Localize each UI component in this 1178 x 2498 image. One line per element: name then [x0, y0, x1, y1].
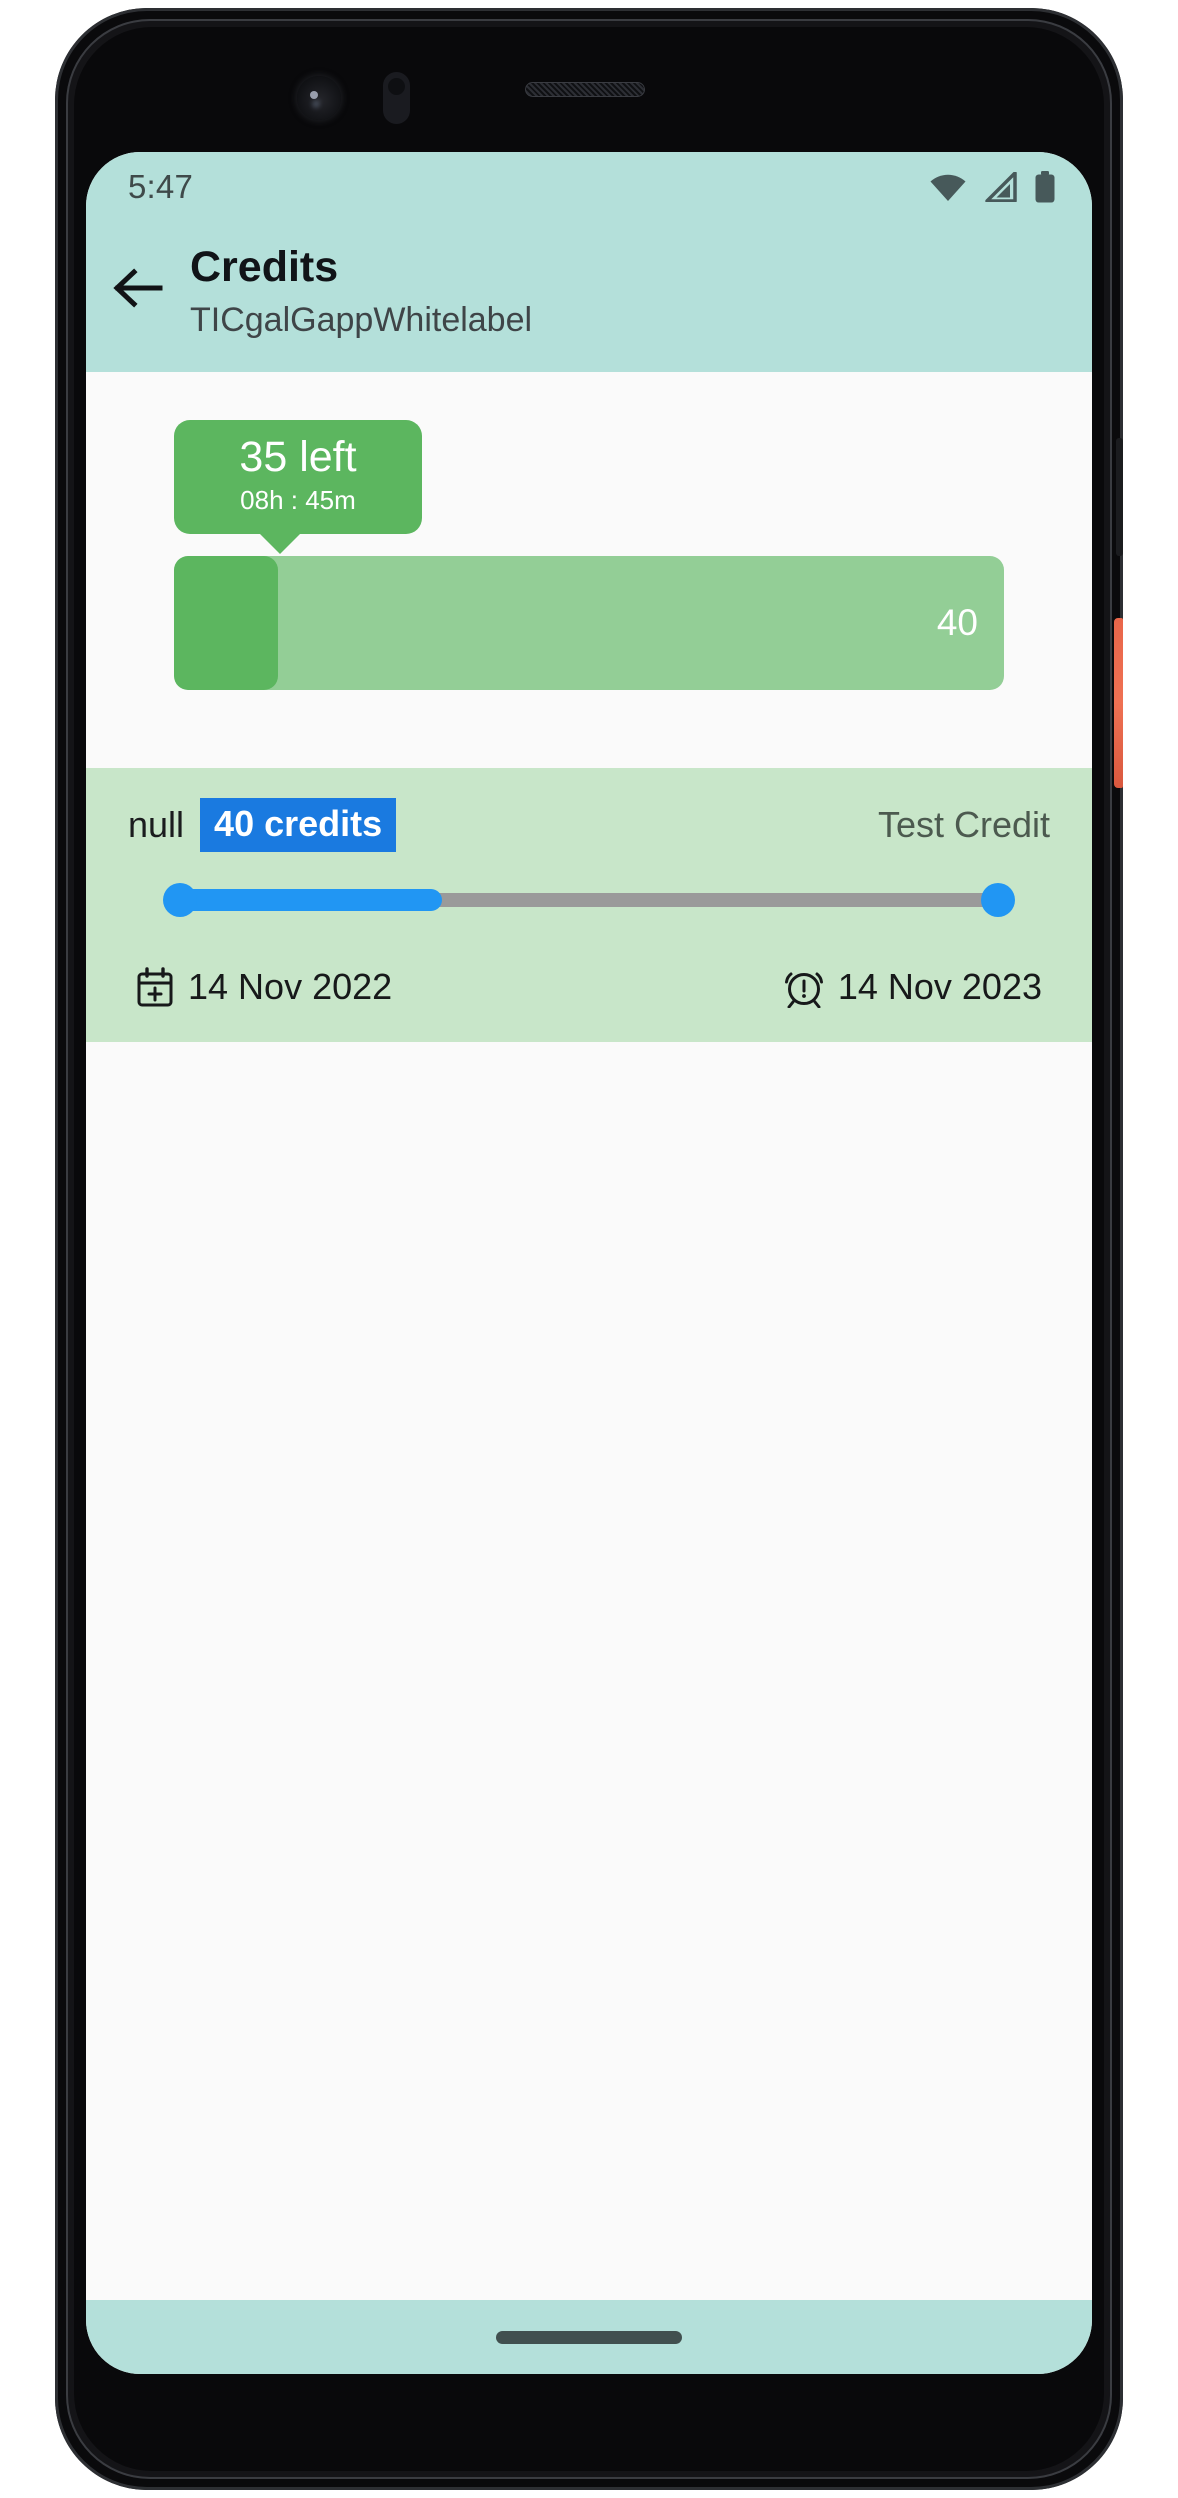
credit-item-header: null 40 credits Test Credit	[128, 798, 1050, 853]
credits-total-label: 40	[936, 602, 978, 644]
credit-amount-chip: 40 credits	[200, 798, 397, 853]
phone-screen: 5:47 Credits TICgalGappWhitelabel 35 lef…	[86, 152, 1092, 2374]
earpiece-speaker-icon	[525, 82, 645, 97]
credit-start-date-label: 14 Nov 2022	[188, 966, 393, 1008]
system-navigation-bar	[86, 2300, 1092, 2374]
wifi-icon	[928, 172, 968, 202]
alarm-clock-icon	[784, 966, 824, 1009]
app-bar-titles: Credits TICgalGappWhitelabel	[190, 240, 532, 342]
remaining-time-label: 08h : 45m	[240, 485, 356, 516]
credit-item-card[interactable]: null 40 credits Test Credit 14 Nov 2022 …	[86, 768, 1092, 1043]
calendar-plus-icon	[136, 967, 174, 1007]
credit-dates-row: 14 Nov 2022 14 Nov 2023	[128, 966, 1050, 1009]
status-bar-icons	[928, 171, 1056, 203]
credit-name-label: Test Credit	[877, 804, 1050, 846]
cellular-signal-icon	[984, 172, 1018, 202]
slider-thumb-end[interactable]	[981, 883, 1015, 918]
credit-start-date: 14 Nov 2022	[136, 966, 392, 1008]
slider-active-range	[180, 889, 442, 912]
app-bar: Credits TICgalGappWhitelabel	[86, 222, 1092, 372]
credit-owner-label: null	[128, 804, 185, 846]
page-content: 35 left 08h : 45m 40 null 40 credits Tes…	[86, 371, 1092, 2300]
remaining-credits-label: 35 left	[239, 432, 357, 481]
power-button[interactable]	[1114, 618, 1123, 788]
battery-icon	[1034, 171, 1056, 203]
remaining-credits-badge-body: 35 left 08h : 45m	[174, 419, 422, 535]
badge-pointer-icon	[258, 532, 302, 555]
credits-summary-section: 35 left 08h : 45m 40	[86, 371, 1092, 691]
page-subtitle: TICgalGappWhitelabel	[190, 300, 533, 339]
slider-thumb-start[interactable]	[163, 883, 197, 918]
front-camera-icon	[297, 76, 341, 120]
proximity-sensor-icon	[383, 72, 410, 124]
status-bar: 5:47	[86, 152, 1092, 222]
remaining-credits-badge: 35 left 08h : 45m	[174, 419, 422, 555]
status-bar-clock: 5:47	[128, 168, 194, 205]
credits-progress-bar[interactable]: 40	[174, 556, 1004, 691]
back-button[interactable]	[86, 240, 190, 315]
page-title: Credits	[190, 243, 339, 291]
credit-validity-slider[interactable]	[163, 864, 1015, 936]
gesture-home-pill[interactable]	[496, 2330, 682, 2344]
credit-end-date: 14 Nov 2023	[784, 966, 1042, 1009]
volume-button[interactable]	[1116, 438, 1123, 556]
arrow-left-icon	[112, 266, 164, 315]
credit-item-left: null 40 credits	[128, 798, 397, 853]
credit-end-date-label: 14 Nov 2023	[837, 966, 1042, 1008]
credits-progress-fill	[174, 556, 278, 691]
